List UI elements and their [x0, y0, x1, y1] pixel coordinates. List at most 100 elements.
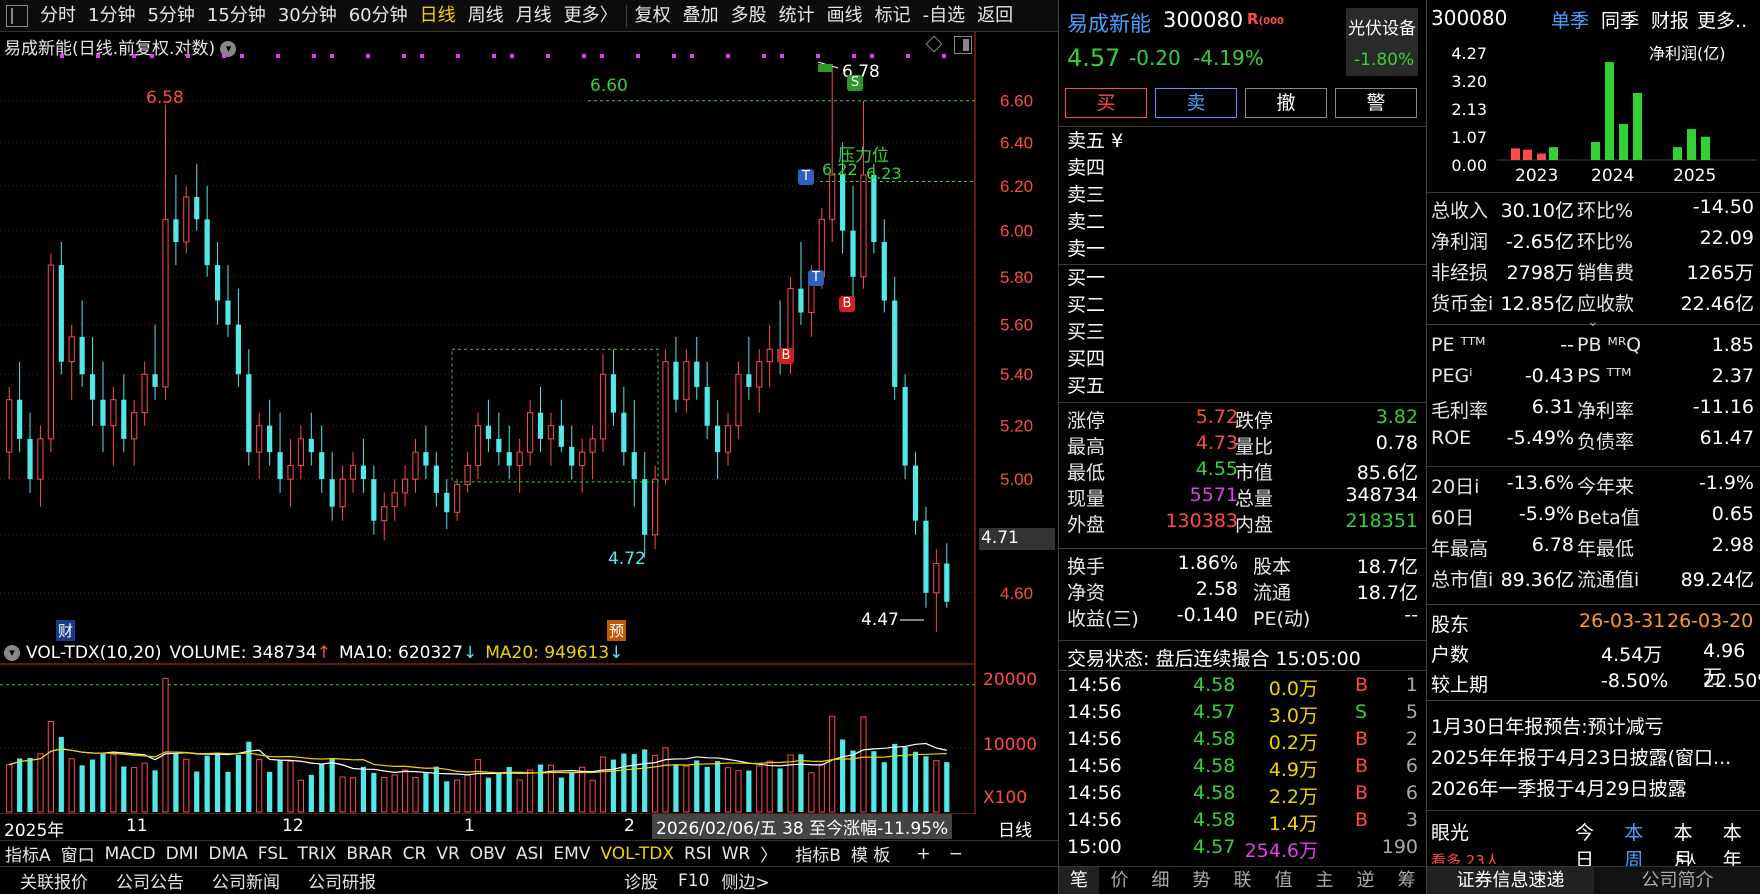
ind-tab-emv[interactable]: EMV — [548, 844, 595, 864]
fin-tab-more[interactable]: 更多.. — [1697, 6, 1747, 33]
holders-count-label: 户数 — [1431, 644, 1470, 666]
tool-draw[interactable]: 画线 — [821, 0, 869, 32]
candle-body-down — [569, 446, 575, 466]
period-15min[interactable]: 15分钟 — [201, 0, 272, 32]
ind-tab-dmi[interactable]: DMI — [161, 844, 204, 864]
ind-tab-rsi[interactable]: RSI — [679, 844, 717, 864]
window-toggle-icon[interactable] — [6, 4, 28, 27]
tool-multi-stock[interactable]: 多股 — [725, 0, 773, 32]
kline-chart[interactable]: 6.606.406.206.005.805.605.405.205.004.80… — [0, 32, 1058, 814]
tool-restore-rights[interactable]: 复权 — [629, 0, 677, 32]
ind-tab-more[interactable]: 〉 — [755, 841, 782, 866]
news-item-1[interactable]: 1月30日年报预告:预计减亏 — [1431, 712, 1760, 743]
signal-buy-1[interactable]: B — [778, 348, 794, 364]
period-5min[interactable]: 5分钟 — [141, 0, 200, 32]
eye-tab-year[interactable]: 本年 — [1723, 818, 1760, 872]
tick-count: 3 — [1405, 809, 1418, 831]
fin-tab-report[interactable]: 财报 — [1651, 6, 1689, 33]
volume-bar-down — [558, 777, 564, 812]
qtab-zhu[interactable]: 主 — [1304, 867, 1345, 894]
vol-settings-icon[interactable]: ▾ — [4, 645, 20, 661]
link-research[interactable]: 公司研报 — [294, 868, 390, 893]
signal-buy-2[interactable]: B — [839, 296, 855, 312]
fin-profit-bar — [1673, 147, 1682, 160]
qtab-xi[interactable]: 细 — [1140, 867, 1181, 894]
signal-t-1[interactable]: T — [798, 169, 814, 185]
signal-sell[interactable]: S — [847, 75, 863, 91]
ind-template[interactable]: 模 板 — [846, 841, 895, 866]
period-60min[interactable]: 60分钟 — [343, 0, 414, 32]
qtab-shi[interactable]: 势 — [1181, 867, 1222, 894]
fin-btab-news[interactable]: 证券信息速递 — [1427, 867, 1594, 894]
qtab-zhi[interactable]: 值 — [1263, 867, 1304, 894]
fin-tab-quarter[interactable]: 单季 — [1551, 6, 1589, 33]
period-fenshi[interactable]: 分时 — [34, 0, 82, 32]
link-announcements[interactable]: 公司公告 — [102, 868, 198, 893]
buy-button[interactable]: 买 — [1065, 88, 1147, 118]
qtab-bi[interactable]: 笔 — [1059, 867, 1099, 894]
qtab-chou[interactable]: 筹 — [1386, 867, 1427, 894]
sell-level-1: 卖一 — [1067, 238, 1106, 260]
candle-body-up — [547, 425, 555, 440]
ind-tab-a[interactable]: 指标A — [0, 841, 56, 866]
news-item-3[interactable]: 2026年一季报于4月29日披露 — [1431, 774, 1760, 805]
period-daily[interactable]: 日线 — [414, 0, 462, 32]
link-diagnose[interactable]: 诊股 — [610, 868, 672, 893]
ind-tab-brar[interactable]: BRAR — [341, 844, 397, 864]
fin-row-value: -13.6% — [1506, 472, 1574, 494]
ind-tab-vr[interactable]: VR — [431, 844, 464, 864]
tick-price: 4.58 — [1193, 728, 1236, 750]
ind-tab-vol-tdx[interactable]: VOL-TDX — [595, 844, 679, 864]
badge-cai[interactable]: 财 — [56, 620, 76, 641]
eye-tab-today[interactable]: 今日 — [1575, 818, 1612, 872]
ind-tab-fsl[interactable]: FSL — [253, 844, 293, 864]
vol-indicator-name: VOL-TDX(10,20) — [26, 643, 162, 663]
candle-group — [6, 64, 950, 632]
volume-bar-down — [79, 765, 85, 812]
ind-tab-window[interactable]: 窗口 — [56, 841, 100, 866]
period-weekly[interactable]: 周线 — [462, 0, 510, 32]
period-1min[interactable]: 1分钟 — [82, 0, 141, 32]
eye-tab-week[interactable]: 本周 — [1624, 818, 1661, 872]
sell-button[interactable]: 卖 — [1155, 88, 1237, 118]
tool-statistics[interactable]: 统计 — [773, 0, 821, 32]
tool-mark[interactable]: 标记 — [869, 0, 917, 32]
signal-t-2[interactable]: T — [808, 270, 824, 286]
link-news[interactable]: 公司新闻 — [198, 868, 294, 893]
link-sidebar[interactable]: 侧边> — [715, 868, 775, 893]
period-monthly[interactable]: 月线 — [510, 0, 558, 32]
period-more[interactable]: 更多〉 — [558, 0, 624, 32]
qtab-ni[interactable]: 逆 — [1345, 867, 1386, 894]
fin-btab-profile[interactable]: 公司简介 — [1594, 867, 1760, 894]
link-related-quotes[interactable]: 关联报价 — [0, 868, 102, 893]
ind-add-button[interactable]: + — [911, 844, 935, 864]
ind-tab-wr[interactable]: WR — [717, 844, 756, 864]
fin-tab-yoy[interactable]: 同季 — [1601, 6, 1639, 33]
alert-button[interactable]: 警 — [1335, 88, 1417, 118]
ind-remove-button[interactable]: − — [944, 844, 968, 864]
tick-time: 14:56 — [1067, 782, 1122, 804]
ind-tab-b[interactable]: 指标B — [790, 841, 846, 866]
period-30min[interactable]: 30分钟 — [272, 0, 343, 32]
ind-tab-asi[interactable]: ASI — [511, 844, 548, 864]
link-f10[interactable]: F10 — [672, 871, 715, 891]
tool-back[interactable]: 返回 — [971, 0, 1019, 32]
badge-yu[interactable]: 预 — [607, 620, 627, 641]
tool-add-watchlist[interactable]: -自选 — [917, 0, 972, 32]
ind-tab-obv[interactable]: OBV — [465, 844, 511, 864]
ind-tab-macd[interactable]: MACD — [100, 844, 161, 864]
qtab-jia[interactable]: 价 — [1099, 867, 1140, 894]
signal-dot — [780, 54, 784, 58]
candle-body-up — [860, 174, 867, 278]
qtab-lian[interactable]: 联 — [1222, 867, 1263, 894]
ind-tab-trix[interactable]: TRIX — [293, 844, 342, 864]
news-item-2[interactable]: 2025年年报于4月23日披露(窗口... — [1431, 743, 1760, 774]
cancel-order-button[interactable]: 撤 — [1245, 88, 1327, 118]
ind-tab-dma[interactable]: DMA — [203, 844, 252, 864]
signal-dot — [690, 54, 694, 58]
candle-body-up — [818, 218, 825, 278]
sector-box[interactable]: 光伏设备 -1.80% — [1346, 8, 1418, 76]
ind-tab-cr[interactable]: CR — [398, 844, 432, 864]
fin-expand-icon[interactable]: ⌄ — [1587, 314, 1599, 330]
tool-overlay[interactable]: 叠加 — [677, 0, 725, 32]
